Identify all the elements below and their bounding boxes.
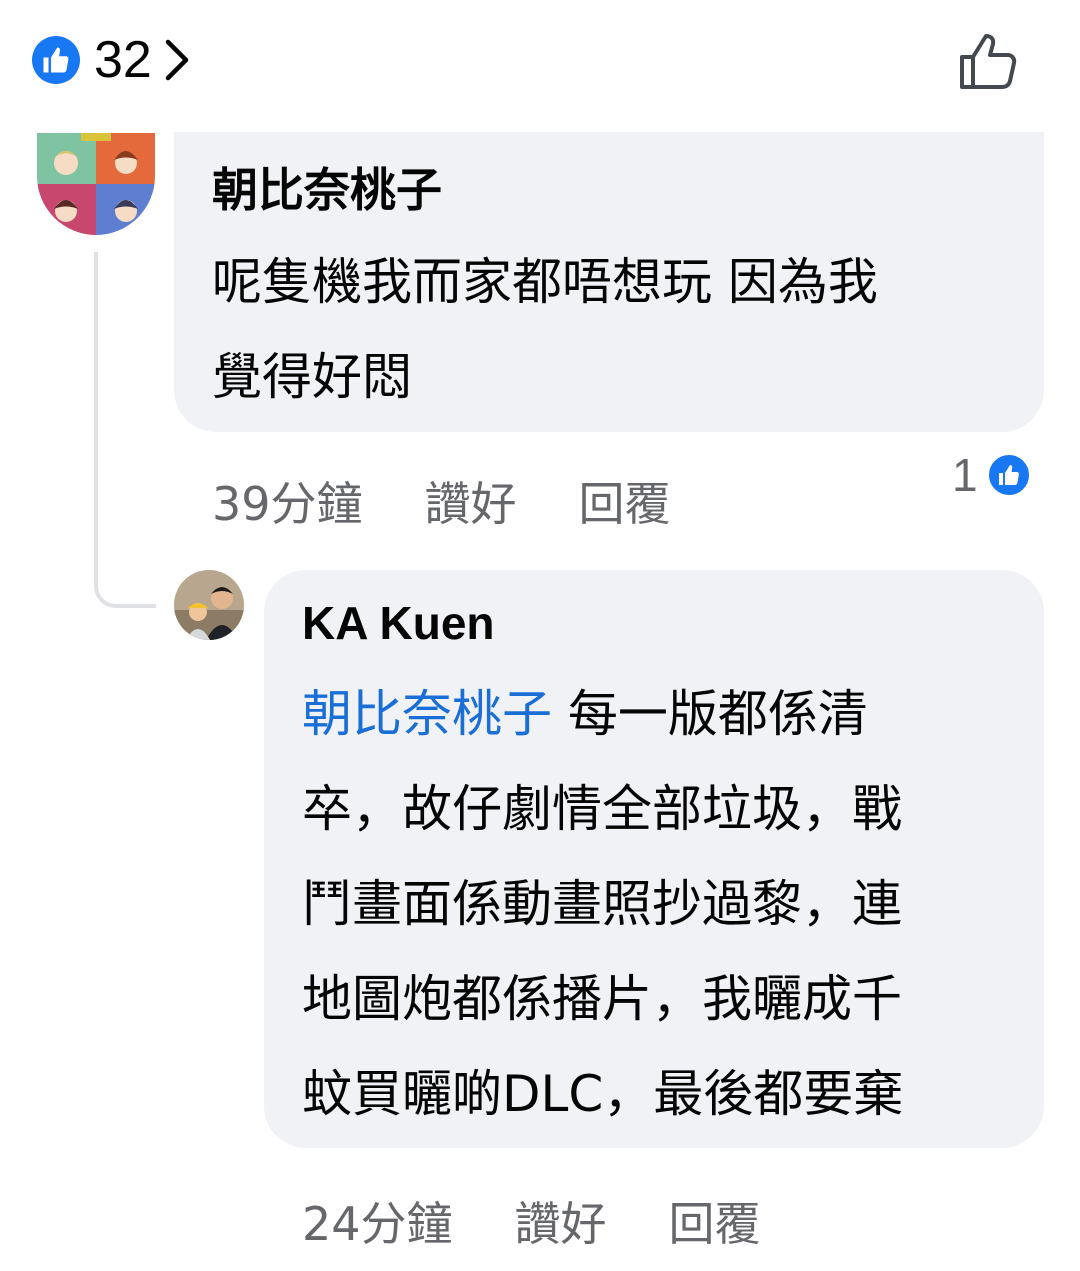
mention-link[interactable]: 朝比奈桃子	[302, 685, 552, 743]
comment-bubble[interactable]: 朝比奈桃子 呢隻機我而家都唔想玩 因為我 覺得好悶	[174, 132, 1044, 432]
comment-reaction-summary[interactable]: 1	[952, 448, 1032, 502]
reply-button[interactable]: 回覆	[669, 1188, 761, 1254]
like-reaction-icon	[32, 36, 80, 84]
comment-timestamp[interactable]: 24分鐘	[302, 1188, 453, 1254]
reaction-summary-bar[interactable]: 32	[32, 30, 192, 90]
reply-bubble[interactable]: KA Kuen 朝比奈桃子 每一版都係清 卒，故仔劇情全部垃圾，戰 鬥畫面係動畫…	[264, 570, 1044, 1148]
comment-text: 呢隻機我而家都唔想玩 因為我 覺得好悶	[212, 253, 878, 406]
comment-reaction-count: 1	[952, 449, 978, 501]
avatar[interactable]	[37, 133, 155, 235]
reaction-count: 32	[94, 31, 152, 89]
like-reaction-icon	[985, 452, 1032, 498]
avatar[interactable]	[174, 570, 244, 640]
like-button[interactable]: 讚好	[425, 468, 517, 534]
like-button-icon[interactable]	[958, 30, 1020, 92]
reply-button[interactable]: 回覆	[579, 468, 671, 534]
comment-timestamp[interactable]: 39分鐘	[212, 468, 363, 534]
comment-actions: 39分鐘 讚好 回覆	[212, 468, 671, 534]
comment-author[interactable]: KA Kuen	[302, 596, 495, 650]
comment-text: 朝比奈桃子 每一版都係清 卒，故仔劇情全部垃圾，戰 鬥畫面係動畫照抄過黎，連 地…	[302, 685, 904, 1123]
comment-author[interactable]: 朝比奈桃子	[212, 154, 442, 220]
reply-thread-line	[94, 252, 156, 608]
chevron-right-icon	[162, 38, 192, 82]
like-button[interactable]: 讚好	[515, 1188, 607, 1254]
comment-actions: 24分鐘 讚好 回覆	[302, 1188, 761, 1254]
